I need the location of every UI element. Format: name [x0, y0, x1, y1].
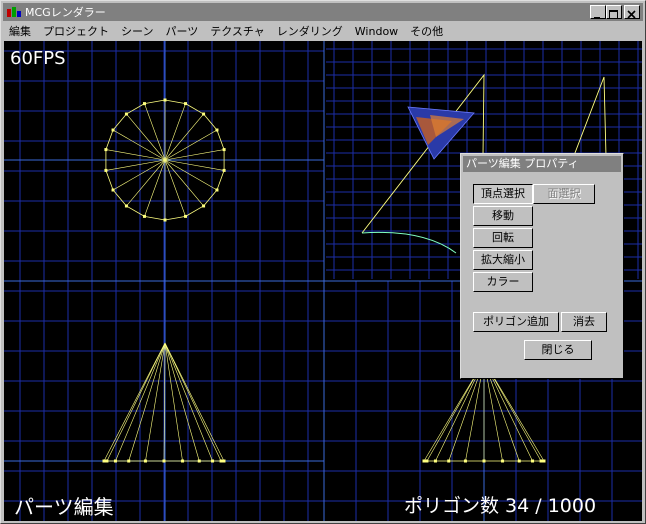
- menu-edit[interactable]: 編集: [3, 23, 37, 39]
- menu-other[interactable]: その他: [404, 23, 449, 39]
- move-button[interactable]: 移動: [473, 206, 533, 226]
- maximize-button[interactable]: [606, 5, 622, 19]
- app-icon: [7, 7, 21, 17]
- rotate-button[interactable]: 回転: [473, 228, 533, 248]
- menu-window[interactable]: Window: [349, 25, 404, 38]
- menu-texture[interactable]: テクスチャ: [204, 23, 271, 39]
- maximize-icon: [609, 10, 618, 19]
- minimize-icon: [594, 17, 600, 19]
- dialog-title[interactable]: パーツ編集 プロパティ: [463, 156, 621, 172]
- polygon-count: ポリゴン数 34 / 1000: [404, 495, 597, 517]
- wire-curve: [361, 231, 457, 254]
- window-title: MCGレンダラー: [25, 6, 106, 19]
- delete-button[interactable]: 消去: [561, 312, 607, 332]
- edit-mode-label: パーツ編集: [14, 495, 114, 519]
- minimize-button[interactable]: [590, 5, 606, 19]
- close-icon: [627, 10, 636, 19]
- menu-bar: 編集 プロジェクト シーン パーツ テクスチャ レンダリング Window その…: [3, 22, 643, 40]
- scale-button[interactable]: 拡大縮小: [473, 250, 533, 270]
- fps-counter: 60FPS: [10, 48, 66, 69]
- vertex-select-button[interactable]: 頂点選択: [473, 184, 533, 204]
- face-select-button[interactable]: 面選択: [533, 184, 595, 204]
- menu-project[interactable]: プロジェクト: [37, 23, 115, 39]
- menu-rendering[interactable]: レンダリング: [271, 23, 349, 39]
- title-bar[interactable]: MCGレンダラー: [3, 3, 643, 21]
- add-polygon-button[interactable]: ポリゴン追加: [473, 312, 559, 332]
- close-button[interactable]: [624, 5, 640, 19]
- dialog-close-button[interactable]: 閉じる: [524, 340, 592, 360]
- color-button[interactable]: カラー: [473, 272, 533, 292]
- menu-parts[interactable]: パーツ: [159, 23, 204, 39]
- menu-scene[interactable]: シーン: [115, 23, 159, 39]
- parts-edit-property-dialog: パーツ編集 プロパティ 頂点選択 面選択 移動 回転 拡大縮小 カラー ポリゴン…: [460, 153, 624, 379]
- app-window: MCGレンダラー 編集 プロジェクト シーン パーツ テクスチャ レンダリング …: [0, 0, 646, 524]
